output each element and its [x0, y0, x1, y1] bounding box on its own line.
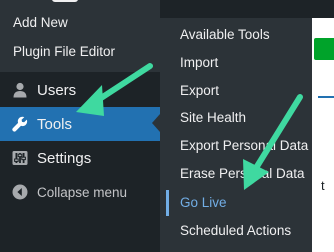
arrow-to-tools-icon [76, 63, 153, 116]
arrow-to-go-live-icon [243, 94, 303, 190]
wordpress-admin-screen: t Add New Plugin File Editor Users Tools… [0, 0, 334, 252]
annotation-arrows [76, 63, 303, 190]
